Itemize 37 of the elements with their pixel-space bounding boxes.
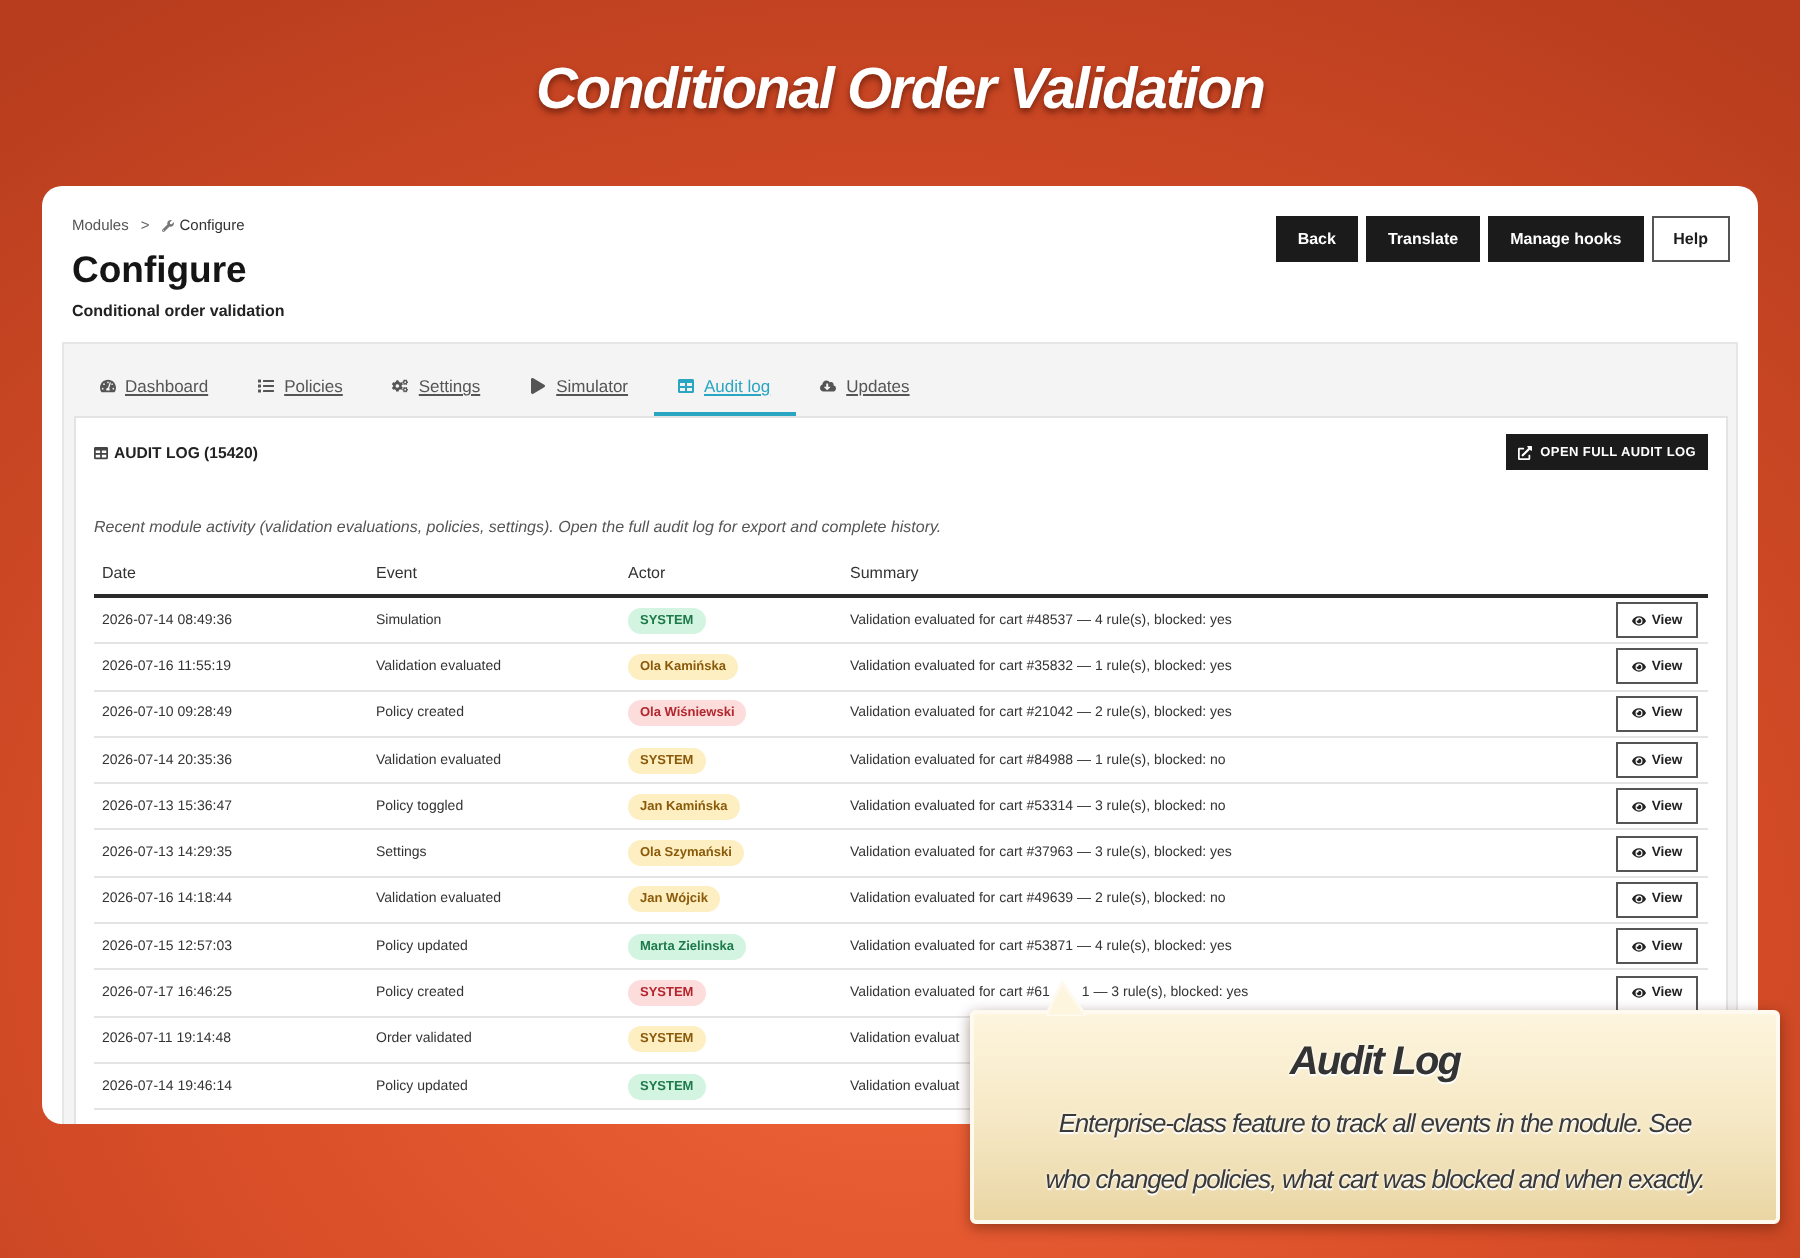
column-header: Date <box>100 564 138 582</box>
list-icon <box>258 378 275 394</box>
table-icon <box>94 445 108 459</box>
eye-icon <box>1631 846 1646 861</box>
tab[interactable]: Dashboard <box>74 360 234 416</box>
eye-icon <box>1631 799 1646 814</box>
header-button[interactable]: Manage hooks <box>1488 216 1644 262</box>
column-header: Event <box>374 564 419 582</box>
cloud-download-icon <box>820 378 837 394</box>
gears-icon <box>392 378 409 394</box>
callout-title: Audit Log <box>1287 1038 1463 1088</box>
tab[interactable]: Policies <box>233 360 368 416</box>
play-icon <box>530 378 547 394</box>
eye-icon <box>1631 706 1646 721</box>
eye-icon <box>1631 939 1646 954</box>
callout-text: Enterprise-class feature to track all events in the module. See who changed policies, what cart was blocked and when exactly. <box>1043 1106 1707 1198</box>
header-button[interactable]: Back <box>1275 216 1358 262</box>
page-subtitle: Conditional order validation <box>72 300 285 322</box>
help-button[interactable]: Help <box>1651 216 1730 262</box>
tab[interactable]: Settings <box>367 360 506 416</box>
audit-log-description: Recent module activity (validation evaluations, policies, settings). Open the full audit log for export and complete history. <box>94 518 944 538</box>
tab[interactable]: Updates <box>795 360 935 416</box>
eye-icon <box>1631 892 1646 907</box>
eye-icon <box>1631 986 1646 1001</box>
page-title: Configure <box>72 248 249 292</box>
table-icon <box>678 378 695 394</box>
gauge-icon <box>99 378 115 394</box>
page-headline: Conditional Order Validation <box>535 56 1265 124</box>
wrench-icon <box>161 220 174 232</box>
column-header: Summary <box>848 564 921 582</box>
tab[interactable]: Simulator <box>505 360 654 416</box>
eye-icon <box>1631 659 1646 674</box>
header-button[interactable]: Translate <box>1365 216 1481 262</box>
eye-icon <box>1631 753 1646 768</box>
external-link-icon <box>1518 445 1533 459</box>
eye-icon <box>1631 613 1646 628</box>
column-header: Actor <box>626 564 668 582</box>
